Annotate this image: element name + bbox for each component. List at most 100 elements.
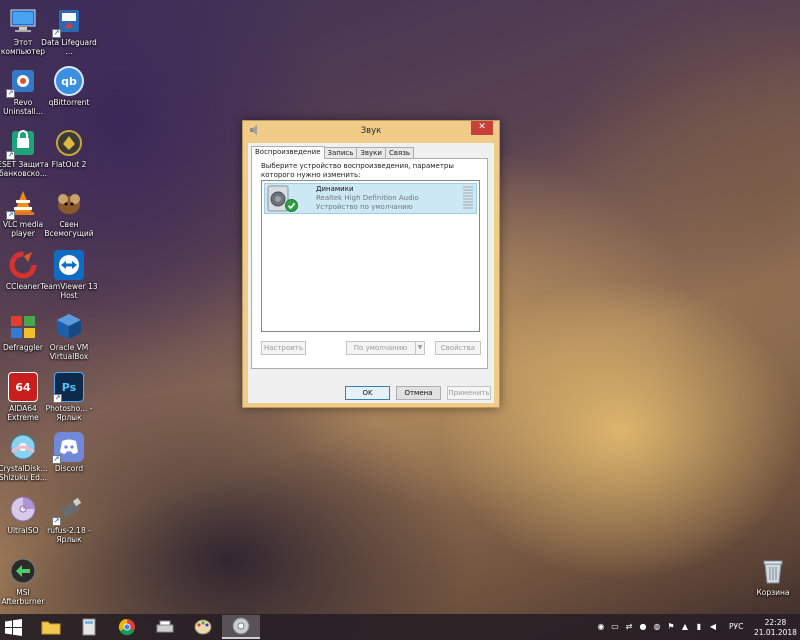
flatout-game-icon [54,128,84,158]
qbittorrent-icon: qb [54,66,84,96]
dialog-client-area: Воспроизведение Запись Звуки Связь Выбер… [248,143,494,403]
vlc-cone-icon: ↗ [6,188,38,220]
device-driver: Realtek High Definition Audio [316,194,419,202]
start-button[interactable] [5,619,22,636]
discord-tray-icon[interactable]: ◉ [596,622,606,632]
chevron-down-icon[interactable]: ▼ [415,342,424,354]
speaker-disc-icon [232,617,250,635]
teamviewer-tray-icon[interactable]: ⇄ [624,622,634,632]
device-item-speakers[interactable]: Динамики Realtek High Definition Audio У… [264,183,477,214]
clock-date: 21.01.2018 [754,628,797,637]
defraggler-icon [8,311,38,341]
eset-icon: ↗ [6,128,38,160]
recycle-bin-icon [758,556,788,586]
network-icon[interactable]: ▮ [694,622,704,632]
flag-tray-icon[interactable]: ⚑ [666,622,676,632]
desktop-icon-virtualbox[interactable]: Oracle VM VirtualBox [40,311,98,361]
desktop-icon-recycle-bin[interactable]: Корзина [744,556,800,597]
desktop-icon-label: MSI Afterburner [1,588,45,606]
revo-uninstaller-icon: ↗ [6,66,38,98]
desktop-icon-label: Oracle VM VirtualBox [49,343,89,361]
volume-icon[interactable]: ◀ [708,622,718,632]
desktop-icon-data-lifeguard[interactable]: ↗ Data Lifeguard ... [40,6,98,56]
close-button[interactable]: ✕ [471,121,493,135]
clock[interactable]: 22:28 21.01.2018 [754,618,797,638]
default-checkmark-icon [285,199,298,214]
ok-button[interactable]: OK [345,386,390,400]
sound-dialog: Звук ✕ Воспроизведение Запись Звуки Связ… [242,120,500,408]
usb-tray-icon[interactable]: ▭ [610,622,620,632]
taskbar-explorer[interactable] [32,615,70,639]
desktop-icon-photoshop[interactable]: Ps ↗ Photosho... - Ярлык [40,372,98,422]
desktop-icon-label: Data Lifeguard ... [41,38,97,56]
shortcut-arrow-icon: ↗ [6,151,15,160]
apply-button[interactable]: Применить [447,386,491,400]
dialog-titlebar[interactable]: Звук ✕ [243,121,499,141]
shortcut-arrow-icon: ↗ [6,211,15,220]
desktop-icon-flatout[interactable]: FlatOut 2 [40,128,98,169]
desktop-icon-discord[interactable]: ↗ Discord [40,432,98,473]
virtualbox-icon [54,311,84,341]
expand-tray-icon[interactable]: ▲ [680,622,690,632]
eset-tray-icon[interactable]: ● [638,622,648,632]
aida64-icon: 64 [8,372,38,402]
desktop-icon-label: FlatOut 2 [51,160,87,169]
cancel-button[interactable]: Отмена [396,386,441,400]
taskbar-paint[interactable] [184,615,222,639]
desktop-icon-label: qBittorrent [48,98,90,107]
desktop-icon-msi-afterburner[interactable]: MSI Afterburner [0,556,52,606]
teamviewer-icon [54,250,84,280]
desktop-icon-label: Корзина [756,588,790,597]
printer-icon [156,620,174,633]
desktop-icon-label: Discord [54,464,84,473]
discord-icon: ↗ [52,432,84,464]
desktop-icon-label: rufus-2.18 - Ярлык [47,526,91,544]
data-lifeguard-icon: ↗ [52,6,84,38]
qbittorrent-tray-icon[interactable]: ◍ [652,622,662,632]
rufus-usb-icon: ↗ [52,494,84,526]
paint-palette-icon [194,619,212,635]
volume-meter [463,186,473,211]
device-list[interactable]: Динамики Realtek High Definition Audio У… [261,180,480,332]
shortcut-arrow-icon: ↗ [52,517,61,526]
calculator-icon [82,618,96,636]
taskbar: ◉ ▭ ⇄ ● ◍ ⚑ ▲ ▮ ◀ РУС 22:28 21.01.2018 [0,614,800,640]
configure-button[interactable]: Настроить [261,341,306,355]
clock-time: 22:28 [764,618,787,627]
tab-playback[interactable]: Воспроизведение [251,146,325,159]
msi-afterburner-icon [8,556,38,586]
desktop-icon-label: Свен Всемогущий [44,220,94,238]
shortcut-arrow-icon: ↗ [53,394,62,403]
playback-panel: Выберите устройство воспроизведения, пар… [251,158,488,369]
desktop-icon-sven[interactable]: Свен Всемогущий [40,188,98,238]
dialog-title: Звук [360,126,382,136]
computer-icon [8,6,38,36]
language-indicator[interactable]: РУС [729,622,743,631]
desktop-icon-qbittorrent[interactable]: qb qBittorrent [40,66,98,107]
photoshop-icon: Ps ↗ [53,372,84,403]
sven-ram-icon [54,188,84,218]
chrome-icon [118,618,135,636]
crystaldisk-icon [8,432,38,462]
windows-logo-icon [5,619,22,636]
instruction-text: Выберите устройство воспроизведения, пар… [261,162,454,179]
desktop-icon-teamviewer[interactable]: TeamViewer 13 Host [40,250,98,300]
set-default-label: По умолчанию [353,344,408,352]
taskbar-calculator[interactable] [70,615,108,639]
taskbar-device-manager[interactable] [146,615,184,639]
desktop-icon-rufus[interactable]: ↗ rufus-2.18 - Ярлык [40,494,98,544]
shortcut-arrow-icon: ↗ [52,455,61,464]
folder-icon [41,621,61,635]
shortcut-arrow-icon: ↗ [6,89,15,98]
shortcut-arrow-icon: ↗ [52,29,61,38]
ccleaner-icon [8,250,38,280]
desktop-icon-label: Photosho... - Ярлык [45,404,93,422]
properties-button[interactable]: Свойства [435,341,481,355]
set-default-button[interactable]: По умолчанию ▼ [346,341,425,355]
ultraiso-disc-icon [8,494,38,524]
device-name: Динамики [316,185,354,193]
taskbar-sound-settings[interactable] [222,615,260,639]
desktop-icon-label: TeamViewer 13 Host [40,282,98,300]
device-status: Устройство по умолчанию [316,203,413,211]
taskbar-chrome[interactable] [108,615,146,639]
